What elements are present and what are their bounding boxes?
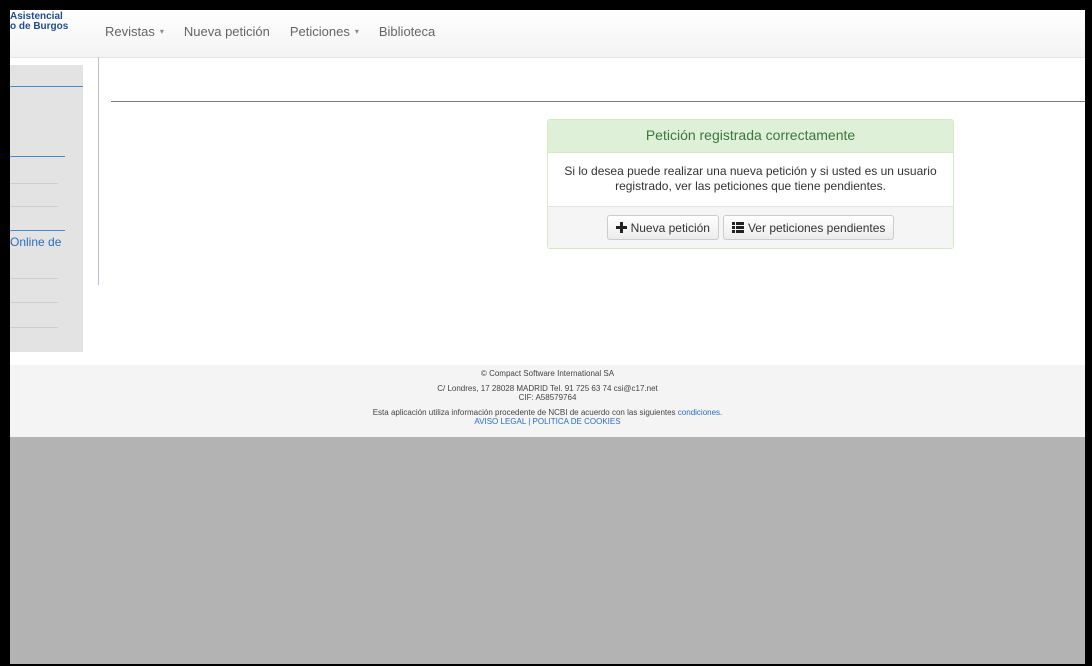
- sidebar-divider: [10, 302, 58, 303]
- list-icon: [731, 222, 744, 233]
- page-content: Asistencial o de Burgos Revistas ▾ Nueva…: [10, 10, 1085, 437]
- footer-copyright: © Compact Software International SA: [480, 369, 615, 378]
- content-left-border: [98, 57, 99, 285]
- pending-requests-button[interactable]: Ver peticiones pendientes: [722, 215, 895, 240]
- main-nav: Revistas ▾ Nueva petición Peticiones ▾ B…: [105, 24, 455, 39]
- sidebar-divider: [10, 327, 58, 328]
- page-footer: © Compact Software International SA C/ L…: [10, 365, 1085, 437]
- nav-peticiones[interactable]: Peticiones ▾: [290, 24, 359, 39]
- top-navbar: Asistencial o de Burgos Revistas ▾ Nueva…: [10, 10, 1085, 58]
- cookies-policy-link[interactable]: POLITICA DE COOKIES: [533, 417, 621, 426]
- panel-actions: Nueva petición Ver peticiones pendientes: [548, 206, 953, 248]
- pending-requests-label: Ver peticiones pendientes: [747, 220, 886, 235]
- content-divider: [111, 101, 1085, 102]
- nav-nueva-peticion[interactable]: Nueva petición: [184, 24, 270, 39]
- nav-biblioteca-label: Biblioteca: [378, 24, 436, 39]
- footer-separator: |: [528, 417, 531, 426]
- success-panel: Petición registrada correctamente Si lo …: [547, 119, 954, 249]
- nav-revistas-label: Revistas: [105, 24, 155, 39]
- sidebar-divider: [10, 183, 58, 184]
- footer-ncbi-text: Esta aplicación utiliza información proc…: [372, 408, 676, 417]
- sidebar-divider: [10, 278, 58, 279]
- sidebar-divider: [10, 206, 58, 207]
- panel-message: Si lo desea puede realizar una nueva pet…: [564, 164, 937, 193]
- chevron-down-icon: ▾: [354, 27, 359, 36]
- plus-icon: [615, 222, 627, 233]
- footer-address: C/ Londres, 17 28028 MADRID Tel. 91 725 …: [437, 384, 658, 393]
- sidebar: Online de: [10, 65, 83, 352]
- brand-line2: o de Burgos: [10, 21, 69, 32]
- conditions-link[interactable]: condiciones.: [678, 408, 722, 417]
- nav-revistas[interactable]: Revistas ▾: [105, 24, 164, 39]
- nav-peticiones-label: Peticiones: [289, 24, 350, 39]
- legal-notice-link[interactable]: AVISO LEGAL: [474, 417, 526, 426]
- new-request-button[interactable]: Nueva petición: [606, 215, 719, 240]
- browser-viewport: Asistencial o de Burgos Revistas ▾ Nueva…: [10, 10, 1085, 664]
- nav-biblioteca[interactable]: Biblioteca: [379, 24, 435, 39]
- sidebar-divider: [10, 230, 65, 231]
- sidebar-divider: [10, 86, 83, 87]
- panel-title: Petición registrada correctamente: [548, 120, 953, 153]
- footer-cif: CIF: A58579764: [518, 393, 577, 402]
- sidebar-link-online[interactable]: Online de: [10, 235, 61, 249]
- footer-legal-links: AVISO LEGAL | POLITICA DE COOKIES: [10, 417, 1085, 426]
- footer-ncbi: Esta aplicación utiliza información proc…: [10, 408, 1085, 417]
- sidebar-divider: [10, 156, 65, 157]
- nav-nueva-peticion-label: Nueva petición: [183, 24, 270, 39]
- chevron-down-icon: ▾: [159, 27, 164, 36]
- brand-logo[interactable]: Asistencial o de Burgos: [10, 12, 100, 32]
- new-request-label: Nueva petición: [630, 220, 710, 235]
